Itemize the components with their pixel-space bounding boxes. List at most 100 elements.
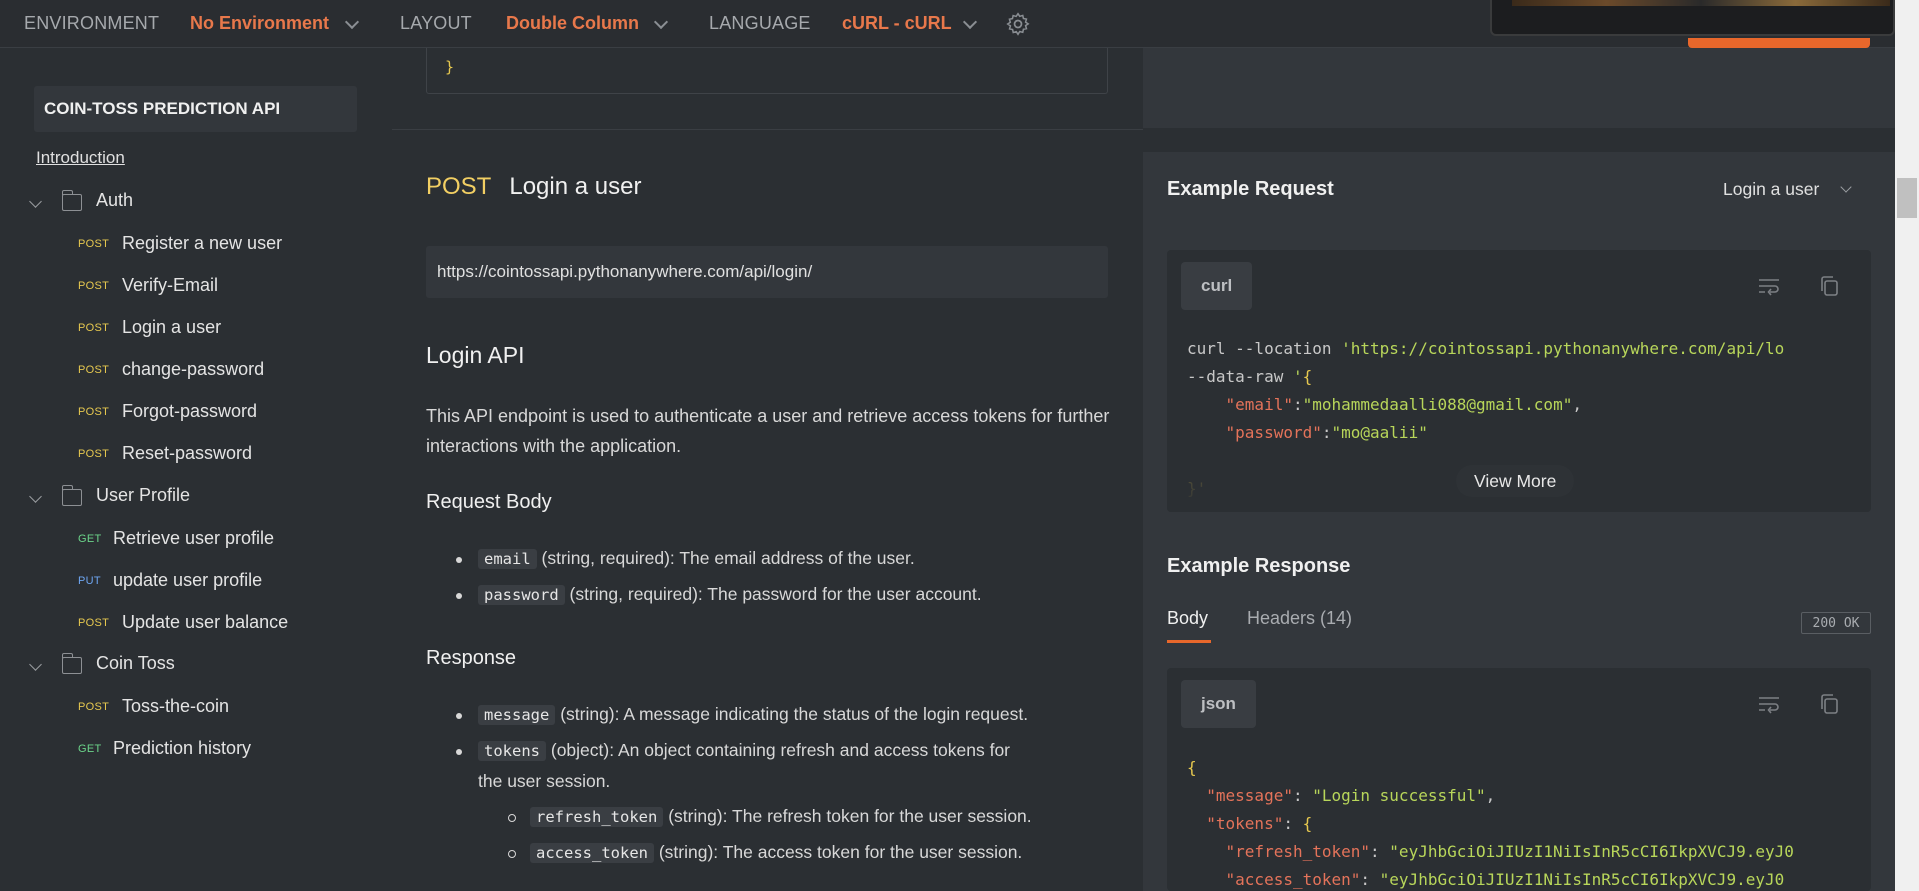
- list-item: message (string): A message indicating t…: [456, 704, 1029, 725]
- method-badge: POST: [78, 448, 110, 460]
- code-text: }: [445, 58, 455, 76]
- code-token: "Login successful": [1312, 786, 1486, 805]
- tab-body[interactable]: Body: [1167, 608, 1208, 629]
- chevron-down-icon[interactable]: [962, 14, 978, 30]
- code-token: "mo@aalii": [1331, 423, 1428, 442]
- request-body-title: Request Body: [426, 491, 552, 513]
- list-item-text: (string): The refresh token for the user…: [663, 806, 1032, 826]
- method-badge: POST: [78, 617, 110, 629]
- code-token: "mohammedaalli088@gmail.com": [1302, 395, 1573, 414]
- code-token: ': [1292, 367, 1303, 386]
- inline-code: refresh_token: [530, 807, 664, 827]
- environment-label: ENVIRONMENT: [24, 13, 160, 33]
- previous-code-block: }: [426, 48, 1108, 94]
- bullet-dot: [456, 749, 462, 755]
- example-request-title: Example Request: [1167, 178, 1334, 200]
- list-item-continuation: the user session.: [478, 771, 611, 791]
- active-tab-indicator: [1167, 640, 1211, 643]
- divider: [392, 129, 1143, 130]
- sidebar-item-label: update user profile: [113, 570, 263, 590]
- gear-icon[interactable]: [1005, 11, 1031, 37]
- inline-code: password: [478, 585, 565, 605]
- language-tab[interactable]: json: [1181, 680, 1256, 728]
- inline-code: message: [478, 705, 556, 725]
- inline-code: access_token: [530, 843, 654, 863]
- code-token: {: [1302, 367, 1313, 386]
- folder-label: Auth: [96, 190, 134, 210]
- code-token: {: [1187, 758, 1197, 777]
- code-token: {: [1302, 814, 1313, 833]
- method-badge: POST: [78, 238, 110, 250]
- chevron-down-icon[interactable]: [653, 14, 669, 30]
- description: This API endpoint is used to authenticat…: [426, 406, 1110, 456]
- sidebar: [0, 48, 390, 891]
- list-item: email (string, required): The email addr…: [456, 548, 915, 569]
- language-tab[interactable]: curl: [1181, 262, 1253, 310]
- copy-icon[interactable]: [1818, 694, 1842, 714]
- endpoint-title: Login a user: [509, 173, 642, 200]
- bullet-circle: [508, 814, 516, 822]
- endpoint-url[interactable]: https://cointossapi.pythonanywhere.com/a…: [426, 246, 1108, 298]
- sidebar-item-label: Prediction history: [113, 738, 252, 758]
- method-badge: GET: [78, 743, 102, 755]
- sidebar-item-label: change-password: [122, 359, 265, 379]
- list-item-text: (string, required): The email address of…: [536, 548, 915, 568]
- page-scrollbar[interactable]: [1895, 0, 1919, 891]
- code-token: 'https://cointossapi.pythonanywhere.com/…: [1341, 339, 1785, 358]
- sidebar-item-label: Register a new user: [122, 233, 283, 253]
- sidebar-item-label: Retrieve user profile: [113, 528, 275, 548]
- code-token: "email": [1225, 395, 1293, 414]
- tab-headers[interactable]: Headers (14): [1247, 608, 1352, 629]
- sidebar-item-label: Login a user: [122, 317, 222, 337]
- folder-icon: [61, 190, 82, 211]
- api-title[interactable]: COIN-TOSS PREDICTION API: [34, 86, 357, 132]
- sidebar-item-introduction[interactable]: Introduction: [36, 148, 125, 168]
- code-token: "password": [1225, 423, 1322, 442]
- panel-gap: [1143, 128, 1895, 152]
- layout-select[interactable]: Double Column: [506, 13, 639, 34]
- example-panel-top: [1143, 48, 1895, 128]
- method-badge: PUT: [78, 575, 101, 587]
- folder-icon: [61, 485, 82, 506]
- list-item-text: (string): A message indicating the statu…: [555, 704, 1029, 724]
- inline-code: email: [478, 549, 537, 569]
- video-strip: [1512, 0, 1890, 6]
- code-token: "message": [1206, 786, 1293, 805]
- response-title: Response: [426, 647, 517, 669]
- sidebar-item-label: Toss-the-coin: [122, 696, 230, 716]
- sidebar-item-label: Forgot-password: [122, 401, 258, 421]
- scrollbar-thumb[interactable]: [1897, 178, 1917, 218]
- chevron-down-icon[interactable]: [344, 14, 360, 30]
- example-select[interactable]: Login a user: [1723, 179, 1819, 200]
- bullet-circle: [508, 850, 516, 858]
- bullet-dot: [456, 593, 462, 599]
- list-item: access_token (string): The access token …: [508, 842, 1022, 863]
- view-more-button[interactable]: View More: [1456, 465, 1575, 497]
- environment-select[interactable]: No Environment: [190, 13, 329, 34]
- language-select[interactable]: cURL - cURL: [842, 13, 952, 34]
- bullet-dot: [456, 557, 462, 563]
- wrap-lines-icon[interactable]: [1757, 276, 1781, 296]
- method-label: POST: [426, 173, 492, 200]
- code-block: { "message": "Login successful", "tokens…: [1187, 758, 1794, 889]
- section-title: Login API: [426, 342, 525, 368]
- example-response-code: json { "message": "Login successful", "t…: [1167, 668, 1871, 891]
- example-request-code: curl curl --location 'https://cointossap…: [1167, 250, 1871, 512]
- run-button[interactable]: [1688, 38, 1870, 48]
- method-badge: POST: [78, 280, 110, 292]
- folder-icon: [61, 653, 82, 674]
- sidebar-item-label: Update user balance: [122, 612, 289, 632]
- code-token: "eyJhbGciOiJIUzI1NiIsInR5cCI6IkpXVCJ9.ey…: [1389, 842, 1794, 861]
- method-badge: GET: [78, 533, 102, 545]
- language-label: LANGUAGE: [709, 13, 811, 33]
- video-thumbnail[interactable]: [1490, 0, 1895, 36]
- sidebar-item-label: Reset-password: [122, 443, 253, 463]
- method-badge: POST: [78, 406, 110, 418]
- copy-icon[interactable]: [1818, 276, 1842, 296]
- method-badge: POST: [78, 322, 110, 334]
- wrap-lines-icon[interactable]: [1757, 694, 1781, 714]
- list-item-text: (object): An object containing refresh a…: [546, 740, 1011, 760]
- list-item: refresh_token (string): The refresh toke…: [508, 806, 1032, 827]
- sidebar-item-label: Verify-Email: [122, 275, 219, 295]
- list-item-text: (string, required): The password for the…: [564, 584, 982, 604]
